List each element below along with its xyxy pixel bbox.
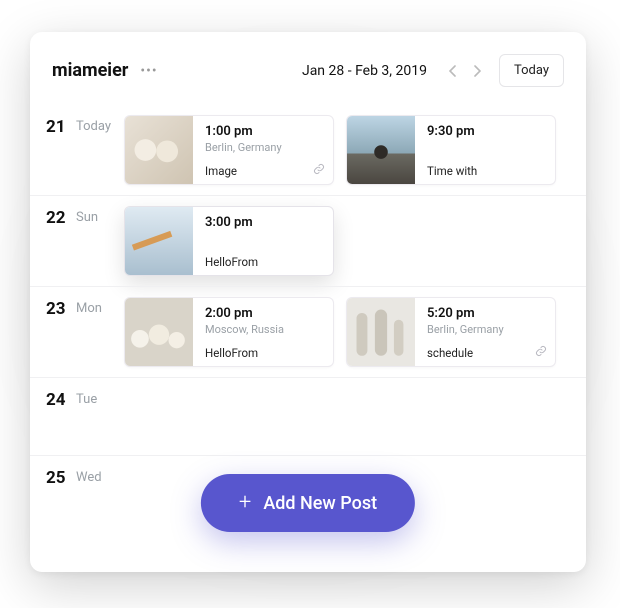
account-name[interactable]: miameier <box>52 60 128 81</box>
post-time: 9:30 pm <box>427 124 545 139</box>
header: miameier ••• Jan 28 - Feb 3, 2019 Today <box>30 32 586 105</box>
next-week-button[interactable] <box>465 59 489 83</box>
day-row: 21 Today 1:00 pm Berlin, Germany Image <box>30 105 586 195</box>
day-row: 22 Sun 3:00 pm HelloFrom <box>30 195 586 286</box>
post-time: 5:20 pm <box>427 306 545 321</box>
post-location: Berlin, Germany <box>205 141 323 154</box>
post-card[interactable]: 2:00 pm Moscow, Russia HelloFrom <box>124 297 334 367</box>
day-list: 21 Today 1:00 pm Berlin, Germany Image <box>30 105 586 533</box>
date-range: Jan 28 - Feb 3, 2019 <box>302 63 427 79</box>
post-location: Berlin, Germany <box>427 323 545 336</box>
calendar-card: miameier ••• Jan 28 - Feb 3, 2019 Today … <box>30 32 586 572</box>
day-name: Sun <box>76 206 124 225</box>
day-number: 25 <box>46 466 76 488</box>
add-post-button[interactable]: + Add New Post <box>201 474 415 532</box>
link-icon <box>535 345 547 360</box>
post-thumbnail <box>347 116 415 184</box>
post-title: HelloFrom <box>205 346 323 360</box>
post-card[interactable]: 9:30 pm Time with <box>346 115 556 185</box>
day-name: Tue <box>76 388 124 407</box>
post-thumbnail <box>125 207 193 275</box>
post-thumbnail <box>347 298 415 366</box>
post-card[interactable]: 3:00 pm HelloFrom <box>124 206 334 276</box>
link-icon <box>313 163 325 178</box>
post-card[interactable]: 5:20 pm Berlin, Germany schedule <box>346 297 556 367</box>
day-name: Wed <box>76 466 124 485</box>
day-number: 23 <box>46 297 76 319</box>
post-thumbnail <box>125 116 193 184</box>
post-time: 2:00 pm <box>205 306 323 321</box>
post-title: Time with <box>427 164 545 178</box>
post-card[interactable]: 1:00 pm Berlin, Germany Image <box>124 115 334 185</box>
post-time: 3:00 pm <box>205 215 323 230</box>
post-thumbnail <box>125 298 193 366</box>
post-title: schedule <box>427 346 545 360</box>
day-name: Mon <box>76 297 124 316</box>
day-number: 24 <box>46 388 76 410</box>
post-title: HelloFrom <box>205 255 323 269</box>
post-location: Moscow, Russia <box>205 323 323 336</box>
day-row: 23 Mon 2:00 pm Moscow, Russia HelloFrom <box>30 286 586 377</box>
more-icon[interactable]: ••• <box>140 63 157 79</box>
post-time: 1:00 pm <box>205 124 323 139</box>
day-number: 21 <box>46 115 76 137</box>
post-title: Image <box>205 164 323 178</box>
today-button[interactable]: Today <box>499 54 564 87</box>
day-name: Today <box>76 115 124 134</box>
add-post-label: Add New Post <box>263 493 377 514</box>
day-row: 24 Tue <box>30 377 586 455</box>
prev-week-button[interactable] <box>441 59 465 83</box>
plus-icon: + <box>239 492 251 514</box>
day-number: 22 <box>46 206 76 228</box>
